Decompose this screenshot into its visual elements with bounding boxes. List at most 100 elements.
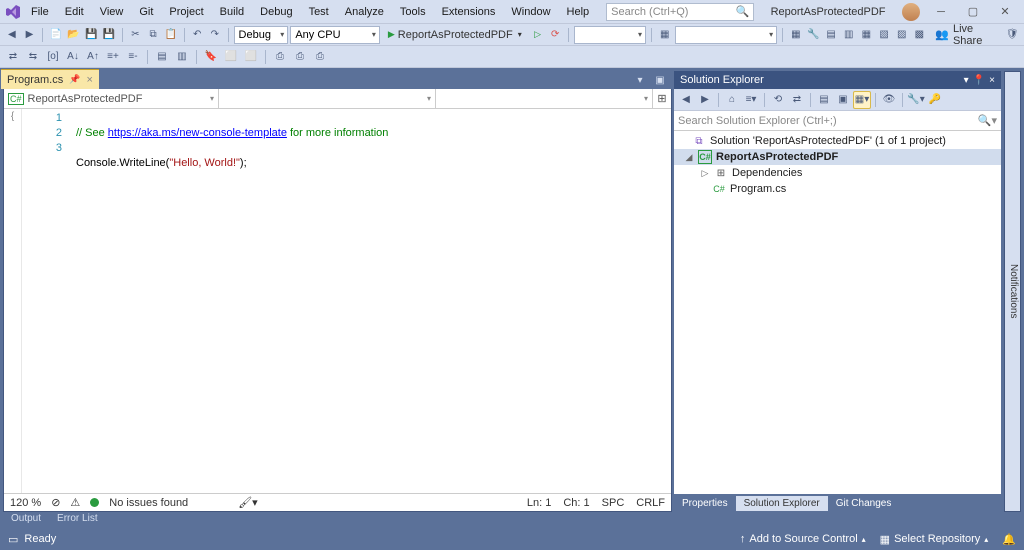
zoom-level[interactable]: 120 %	[10, 497, 41, 509]
live-share-button[interactable]: 👥 Live Share	[929, 23, 1002, 47]
line-ending[interactable]: CRLF	[636, 497, 665, 509]
indent-mode[interactable]: SPC	[602, 497, 625, 509]
se-forward-icon[interactable]: ▶	[696, 91, 714, 109]
te-icon-4[interactable]: A↓	[64, 48, 82, 66]
se-key-icon[interactable]: 🔑	[926, 91, 944, 109]
hot-reload-icon[interactable]: ⟳	[547, 26, 563, 44]
solution-node[interactable]: ⧉ Solution 'ReportAsProtectedPDF' (1 of …	[674, 133, 1001, 149]
user-avatar[interactable]	[902, 3, 920, 21]
menu-edit[interactable]: Edit	[58, 3, 91, 21]
open-icon[interactable]: 📂	[66, 26, 82, 44]
nav-project-dropdown[interactable]: C# ReportAsProtectedPDF	[4, 89, 219, 108]
quick-search-input[interactable]: Search (Ctrl+Q) 🔍	[606, 3, 754, 21]
te-icon-13[interactable]: ⎙	[271, 48, 289, 66]
dependencies-node[interactable]: ▷ ⊞ Dependencies	[674, 165, 1001, 181]
pin-icon[interactable]: 📌	[69, 74, 80, 85]
tab-close-icon[interactable]: ×	[86, 74, 92, 86]
se-sync-icon[interactable]: ⟲	[769, 91, 787, 109]
te-icon-14[interactable]: ⎙	[291, 48, 309, 66]
editor-tab-program[interactable]: Program.cs 📌 ×	[1, 69, 99, 89]
ext-icon-4[interactable]: ▥	[841, 26, 857, 44]
solution-tree[interactable]: ⧉ Solution 'ReportAsProtectedPDF' (1 of …	[674, 131, 1001, 494]
redo-icon[interactable]: ↷	[207, 26, 223, 44]
new-project-icon[interactable]: 📄	[48, 26, 64, 44]
ext-icon-3[interactable]: ▤	[823, 26, 839, 44]
file-node[interactable]: C# Program.cs	[674, 181, 1001, 197]
select-repository-button[interactable]: ▦ Select Repository ▴	[880, 533, 989, 546]
notifications-bell-icon[interactable]: 🔔	[1002, 533, 1016, 546]
se-filter-icon[interactable]: ⇄	[788, 91, 806, 109]
project-node[interactable]: ◢ C# ReportAsProtectedPDF	[674, 149, 1001, 165]
warning-indicator-icon[interactable]: ⚠	[70, 496, 80, 509]
se-wrench-icon[interactable]: 🔧▾	[907, 91, 925, 109]
issues-label[interactable]: No issues found	[109, 497, 188, 509]
ext-icon-6[interactable]: ▧	[876, 26, 892, 44]
se-showall-icon[interactable]: ▤	[815, 91, 833, 109]
te-icon-12[interactable]: ⬜	[242, 48, 260, 66]
te-icon-6[interactable]: ≡+	[104, 48, 122, 66]
tab-fullscreen-icon[interactable]: ▣	[651, 71, 669, 89]
solution-explorer-header[interactable]: Solution Explorer ▾ 📍 ×	[674, 71, 1001, 89]
menu-help[interactable]: Help	[560, 3, 597, 21]
brush-icon[interactable]: 🖌▾	[238, 496, 258, 509]
menu-view[interactable]: View	[93, 3, 131, 21]
menu-file[interactable]: File	[24, 3, 56, 21]
add-source-control-button[interactable]: ↑ Add to Source Control ▴	[740, 533, 866, 545]
nav-type-dropdown[interactable]	[219, 89, 436, 108]
se-preview-icon[interactable]: 👁	[880, 91, 898, 109]
menu-tools[interactable]: Tools	[393, 3, 433, 21]
tab-error-list[interactable]: Error List	[49, 512, 106, 528]
tab-output[interactable]: Output	[3, 512, 49, 528]
solution-explorer-search[interactable]: Search Solution Explorer (Ctrl+;) 🔍▾	[674, 111, 1001, 131]
te-icon-7[interactable]: ≡-	[124, 48, 142, 66]
expander-icon[interactable]: ▷	[700, 168, 710, 179]
nav-back-icon[interactable]: ◀	[4, 26, 20, 44]
save-icon[interactable]: 💾	[83, 26, 99, 44]
ext-icon-8[interactable]: ▩	[912, 26, 928, 44]
maximize-button[interactable]: ▢	[962, 3, 984, 21]
toolbox-icon[interactable]: ▦	[657, 26, 673, 44]
admin-icon[interactable]: 🛡	[1004, 26, 1020, 44]
empty-dropdown-2[interactable]	[675, 26, 778, 44]
start-debug-button[interactable]: ▶ ReportAsProtectedPDF ▾	[382, 26, 528, 44]
copy-icon[interactable]: ⧉	[145, 26, 161, 44]
menu-extensions[interactable]: Extensions	[435, 3, 503, 21]
minimize-button[interactable]: ─	[930, 3, 952, 21]
code-editor[interactable]: { 1 2 3 // See https://aka.ms/new-consol…	[4, 109, 671, 493]
undo-icon[interactable]: ↶	[189, 26, 205, 44]
nav-forward-icon[interactable]: ▶	[22, 26, 38, 44]
tab-properties[interactable]: Properties	[674, 496, 736, 511]
platform-dropdown[interactable]: Any CPU	[290, 26, 380, 44]
start-without-debug-icon[interactable]: ▷	[530, 26, 546, 44]
save-all-icon[interactable]: 💾	[101, 26, 117, 44]
ext-icon-5[interactable]: ▦	[859, 26, 875, 44]
te-icon-9[interactable]: ▥	[173, 48, 191, 66]
cut-icon[interactable]: ✂	[128, 26, 144, 44]
te-icon-11[interactable]: ⬜	[222, 48, 240, 66]
te-icon-5[interactable]: A↑	[84, 48, 102, 66]
menu-debug[interactable]: Debug	[253, 3, 299, 21]
se-home-icon[interactable]: ⌂	[723, 91, 741, 109]
nav-split-icon[interactable]: ⊞	[653, 89, 671, 108]
tab-solution-explorer[interactable]: Solution Explorer	[736, 496, 828, 511]
ext-icon-7[interactable]: ▨	[894, 26, 910, 44]
tab-git-changes[interactable]: Git Changes	[828, 496, 900, 511]
menu-analyze[interactable]: Analyze	[338, 3, 391, 21]
config-dropdown[interactable]: Debug	[234, 26, 289, 44]
menu-test[interactable]: Test	[302, 3, 336, 21]
te-icon-10[interactable]: 🔖	[202, 48, 220, 66]
pane-pin-icon[interactable]: 📍	[973, 75, 985, 86]
menu-build[interactable]: Build	[213, 3, 251, 21]
se-switch-icon[interactable]: ≡▾	[742, 91, 760, 109]
te-icon-2[interactable]: ⇆	[24, 48, 42, 66]
pane-close-icon[interactable]: ×	[989, 75, 995, 86]
notifications-tab[interactable]: Notifications	[1004, 71, 1021, 512]
se-back-icon[interactable]: ◀	[677, 91, 695, 109]
expander-icon[interactable]: ◢	[684, 152, 694, 163]
te-icon-8[interactable]: ▤	[153, 48, 171, 66]
nav-member-dropdown[interactable]	[436, 89, 653, 108]
ext-icon-2[interactable]: 🔧	[806, 26, 822, 44]
paste-icon[interactable]: 📋	[163, 26, 179, 44]
te-icon-15[interactable]: ⎙	[311, 48, 329, 66]
close-button[interactable]: ✕	[994, 3, 1016, 21]
